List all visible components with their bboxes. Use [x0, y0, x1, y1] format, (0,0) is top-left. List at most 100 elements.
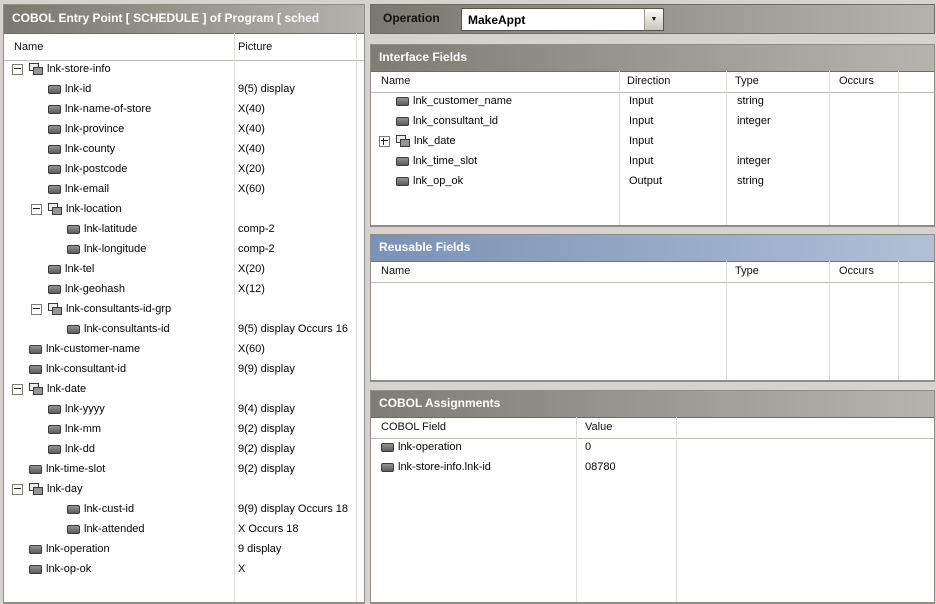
assignment-row[interactable]: lnk-operation0: [371, 437, 934, 457]
group-icon: [29, 383, 43, 395]
operation-dropdown[interactable]: MakeAppt ▼: [461, 8, 664, 31]
tree-item-picture: X(60): [238, 179, 265, 199]
group-icon: [396, 135, 410, 147]
field-icon: [48, 105, 61, 114]
column-header-name: Name: [381, 265, 410, 277]
tree-item-picture: X Occurs 18: [238, 519, 299, 539]
interface-field-name: lnk_op_ok: [413, 175, 463, 187]
column-header-cobol-field: COBOL Field: [381, 421, 446, 433]
tree-item-name: lnk-mm: [65, 423, 101, 435]
group-icon: [29, 63, 43, 75]
tree-row[interactable]: lnk-provinceX(40): [4, 119, 364, 139]
collapse-icon[interactable]: [31, 204, 42, 215]
column-header-occurs: Occurs: [839, 265, 874, 277]
tree-row[interactable]: lnk-geohashX(12): [4, 279, 364, 299]
service-mapping-panel: Operation MakeAppt ▼ Interface Fields Na…: [370, 4, 933, 601]
tree-row[interactable]: lnk-attendedX Occurs 18: [4, 519, 364, 539]
tree-item-name: lnk-latitude: [84, 223, 137, 235]
tree-row[interactable]: lnk-postcodeX(20): [4, 159, 364, 179]
tree-row[interactable]: lnk-consultants-id9(5) display Occurs 16: [4, 319, 364, 339]
cobol-assignments-column-header: COBOL Field Value: [371, 418, 934, 439]
tree-row[interactable]: lnk-time-slot 9(2) display: [4, 459, 364, 479]
row-expander-slot: [379, 136, 396, 147]
collapse-icon[interactable]: [12, 384, 23, 395]
tree-row[interactable]: lnk-longitudecomp-2: [4, 239, 364, 259]
field-icon: [67, 525, 80, 534]
field-icon: [67, 325, 80, 334]
expand-icon[interactable]: [379, 136, 390, 147]
left-panel-title-bar: COBOL Entry Point [ SCHEDULE ] of Progra…: [4, 5, 364, 34]
tree-row[interactable]: lnk-cust-id9(9) display Occurs 18: [4, 499, 364, 519]
group-icon: [29, 483, 43, 495]
left-panel-title: COBOL Entry Point [ SCHEDULE ] of Progra…: [4, 5, 364, 31]
interface-field-type: string: [737, 91, 764, 111]
field-icon: [396, 117, 409, 126]
interface-field-row[interactable]: lnk_customer_nameInputstring: [371, 91, 934, 111]
tree-row[interactable]: lnk-yyyy9(4) display: [4, 399, 364, 419]
assignment-field-name: lnk-operation: [398, 441, 462, 453]
assignment-row[interactable]: lnk-store-info.lnk-id08780: [371, 457, 934, 477]
collapse-icon[interactable]: [12, 64, 23, 75]
interface-field-row[interactable]: lnk_dateInput: [371, 131, 934, 151]
tree-item-name: lnk-dd: [65, 443, 95, 455]
tree-item-picture: 9(9) display: [238, 359, 295, 379]
tree-row[interactable]: lnk-mm9(2) display: [4, 419, 364, 439]
field-icon: [29, 545, 42, 554]
tree-column-header: Name Picture: [4, 34, 364, 61]
tree-item-name: lnk-time-slot: [46, 463, 105, 475]
column-header-picture: Picture: [238, 41, 272, 53]
collapse-icon[interactable]: [12, 484, 23, 495]
tree-item-name: lnk-province: [65, 123, 124, 135]
tree-row[interactable]: lnk-consultant-id 9(9) display: [4, 359, 364, 379]
interface-field-row[interactable]: lnk_op_okOutputstring: [371, 171, 934, 191]
field-icon: [67, 505, 80, 514]
tree-item-name: lnk-consultant-id: [46, 363, 126, 375]
reusable-fields-header: Reusable Fields: [371, 235, 934, 262]
tree-item-name: lnk-email: [65, 183, 109, 195]
assignment-field-name: lnk-store-info.lnk-id: [398, 461, 491, 473]
tree-row[interactable]: lnk-op-okX: [4, 559, 364, 579]
tree-row[interactable]: lnk-latitudecomp-2: [4, 219, 364, 239]
column-header-occurs: Occurs: [839, 75, 874, 87]
interface-fields-section: Interface Fields Name Direction Type Occ…: [370, 44, 935, 227]
tree-row[interactable]: lnk-date: [4, 379, 364, 399]
operation-selected-value: MakeAppt: [462, 13, 644, 27]
tree-item-name: lnk-id: [65, 83, 91, 95]
dropdown-arrow-button[interactable]: ▼: [644, 9, 663, 30]
field-icon: [381, 463, 394, 472]
interface-field-direction: Input: [629, 91, 653, 111]
operation-bar: Operation MakeAppt ▼: [370, 4, 935, 34]
tree-item-picture: 9(2) display: [238, 459, 295, 479]
interface-fields-header: Interface Fields: [371, 45, 934, 72]
tree-row[interactable]: lnk-consultants-id-grp: [4, 299, 364, 319]
tree-row[interactable]: lnk-store-info: [4, 59, 364, 79]
cobol-assignments-header: COBOL Assignments: [371, 391, 934, 418]
collapse-icon[interactable]: [31, 304, 42, 315]
tree-expander-slot: [31, 304, 48, 315]
tree-row[interactable]: lnk-operation9 display: [4, 539, 364, 559]
tree-row[interactable]: lnk-email X(60): [4, 179, 364, 199]
cobol-structure-tree: lnk-store-infolnk-id9(5) displaylnk-name…: [4, 59, 364, 602]
column-header-name: Name: [14, 41, 43, 53]
interface-field-row[interactable]: lnk_consultant_idInputinteger: [371, 111, 934, 131]
field-icon: [48, 165, 61, 174]
field-icon: [48, 265, 61, 274]
tree-row[interactable]: lnk-id9(5) display: [4, 79, 364, 99]
tree-row[interactable]: lnk-telX(20): [4, 259, 364, 279]
tree-row[interactable]: lnk-location: [4, 199, 364, 219]
tree-expander-slot: [12, 384, 29, 395]
field-icon: [67, 225, 80, 234]
interface-field-direction: Input: [629, 111, 653, 131]
tree-row[interactable]: lnk-countyX(40): [4, 139, 364, 159]
interface-field-row[interactable]: lnk_time_slotInputinteger: [371, 151, 934, 171]
field-icon: [396, 177, 409, 186]
tree-row[interactable]: lnk-day: [4, 479, 364, 499]
tree-item-picture: 9(2) display: [238, 439, 295, 459]
reusable-fields-section: Reusable Fields Name Type Occurs: [370, 234, 935, 382]
tree-row[interactable]: lnk-customer-nameX(60): [4, 339, 364, 359]
interface-field-type: string: [737, 171, 764, 191]
tree-item-name: lnk-location: [66, 203, 122, 215]
tree-item-picture: X(60): [238, 339, 265, 359]
tree-row[interactable]: lnk-name-of-storeX(40): [4, 99, 364, 119]
tree-row[interactable]: lnk-dd 9(2) display: [4, 439, 364, 459]
